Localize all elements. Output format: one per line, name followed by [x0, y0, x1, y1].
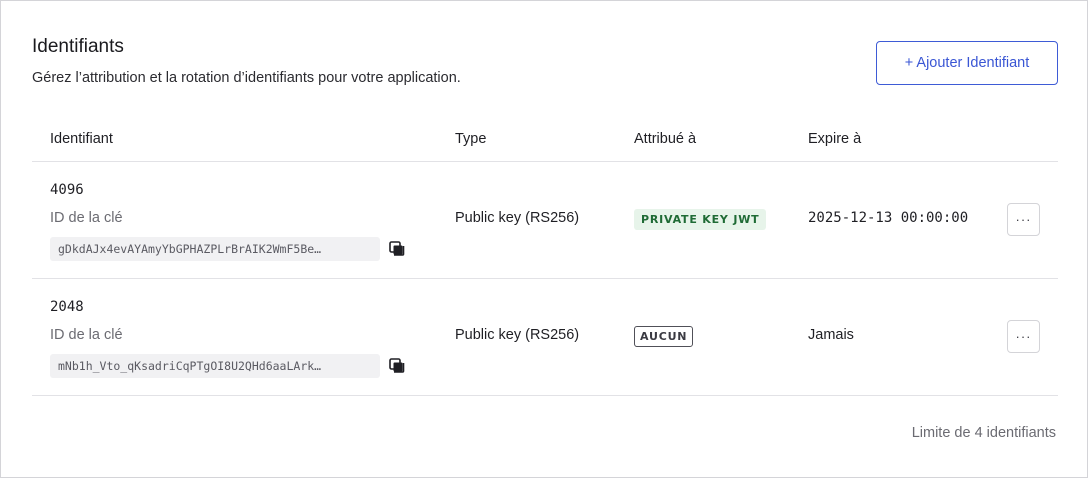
key-id-label: ID de la clé	[50, 210, 123, 226]
expiry-date: Jamais	[808, 327, 854, 343]
expiry-date: 2025-12-13 00:00:00	[808, 210, 969, 226]
key-id-value: mNb1h_Vto_qKsadriCqPTgOI8U2QHd6aaLArk…	[50, 354, 380, 378]
table-header: Identifiant Type Attribué à Expire à	[32, 119, 1058, 162]
copy-icon[interactable]	[388, 240, 406, 258]
table-row: 4096 ID de la clé gDkdAJx4evAYAmyYbGPHAZ…	[32, 162, 1058, 279]
key-id-label: ID de la clé	[50, 327, 123, 343]
column-header-assigned: Attribué à	[634, 131, 697, 147]
credentials-card: Identifiants Gérez l’attribution et la r…	[0, 0, 1088, 478]
copy-icon[interactable]	[388, 357, 406, 375]
key-size: 2048	[50, 299, 84, 315]
page-title: Identifiants	[32, 36, 124, 57]
table-row: 2048 ID de la clé mNb1h_Vto_qKsadriCqPTg…	[32, 279, 1058, 396]
column-header-identifiant: Identifiant	[50, 131, 113, 147]
credential-type: Public key (RS256)	[455, 210, 580, 226]
more-actions-button[interactable]: ···	[1007, 320, 1040, 353]
more-actions-button[interactable]: ···	[1007, 203, 1040, 236]
assigned-badge: PRIVATE KEY JWT	[634, 209, 767, 230]
add-credential-button[interactable]: + Ajouter Identifiant	[876, 41, 1058, 85]
column-header-expires: Expire à	[808, 131, 862, 147]
key-size: 4096	[50, 182, 84, 198]
column-header-type: Type	[455, 131, 487, 147]
key-id-value: gDkdAJx4evAYAmyYbGPHAZPLrBrAIK2WmF5Be…	[50, 237, 380, 261]
credential-limit-text: Limite de 4 identifiants	[911, 425, 1056, 441]
credential-type: Public key (RS256)	[455, 327, 580, 343]
page-subtitle: Gérez l’attribution et la rotation d’ide…	[32, 70, 461, 86]
assigned-badge: AUCUN	[634, 326, 694, 347]
